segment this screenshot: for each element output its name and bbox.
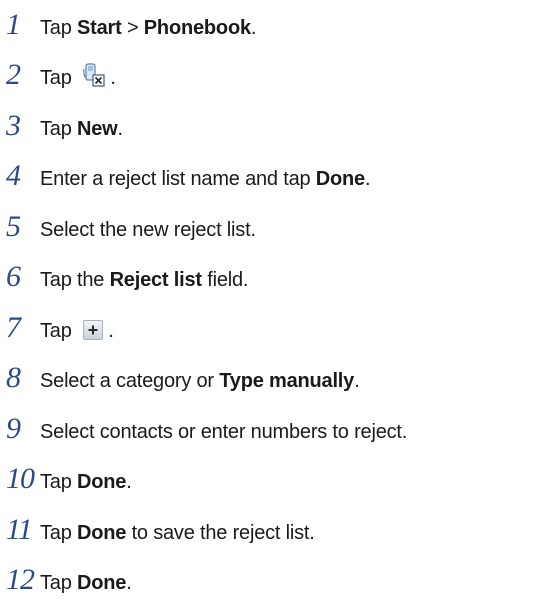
step-text-part: Tap [40,117,78,140]
step-1: 1 Tap Start > Phonebook. [6,0,536,46]
step-text-part: Tap the [40,269,110,291]
step-11: 11 Tap Done to save the reject list. [6,501,536,552]
step-keyword: Done [77,471,127,493]
plus-icon [83,319,104,340]
step-keyword: Phonebook [143,17,251,39]
reject-list-icon [83,63,105,87]
step-text: Tap Done. [40,470,132,494]
step-text-part: Tap [40,319,72,342]
step-10: 10 Tap Done. [6,450,536,501]
step-9: 9 Select contacts or enter numbers to rej… [6,400,536,451]
step-number: 3 [6,108,21,142]
step-text: Select the new reject list. [40,218,256,242]
step-text-part: . [354,370,360,392]
step-number: 4 [6,159,21,192]
step-keyword: Done [77,572,127,594]
step-number: 12 [6,563,35,596]
step-text-part: . [117,117,124,140]
step-text: Tap . [40,319,114,343]
step-text-part: Enter a reject list name and tap [40,168,316,190]
step-text: Tap . [40,63,116,90]
step-text: Enter a reject list name and tap Done. [40,167,371,191]
step-number: 8 [6,361,21,394]
step-text-part: Select contacts or enter numbers to reje… [40,420,408,443]
step-text-part: to save the reject list. [126,521,315,544]
step-text-part: Tap [40,67,72,89]
step-text-part: . [110,67,116,89]
step-keyword: Type manually [219,370,355,392]
step-number: 5 [6,209,21,243]
step-number: 2 [6,58,21,91]
step-7: 7 Tap . [6,299,536,350]
step-text-part: . [364,168,371,190]
step-number: 6 [6,260,21,293]
step-keyword: Done [77,521,127,544]
step-text-part: . [108,319,114,342]
step-number: 11 [6,512,33,546]
step-number: 9 [6,411,21,445]
step-text: Tap Done to save the reject list. [40,521,315,545]
step-text: Tap Start > Phonebook. [40,16,256,40]
step-5: 5 Select the new reject list. [6,198,536,249]
step-4: 4 Enter a reject list name and tap Done. [6,147,536,198]
step-text-part: > [121,17,144,39]
step-text-part: Select a category or [40,370,220,392]
step-text-part: Tap [40,471,78,493]
step-text-part: . [126,572,132,594]
step-3: 3 Tap New. [6,97,536,148]
step-text: Select a category or Type manually. [40,369,360,393]
step-text-part: Tap [40,17,78,39]
step-keyword: Start [77,17,122,39]
step-text-part: . [250,17,257,39]
step-text-part: field. [201,269,249,291]
step-keyword: New [77,117,118,140]
step-12: 12 Tap Done. [6,551,536,602]
step-keyword: Done [315,168,365,190]
step-text-part: Tap [40,572,78,594]
step-number: 1 [6,8,21,41]
step-text: Tap New. [40,117,123,141]
step-6: 6 Tap the Reject list field. [6,248,536,299]
step-text-part: Select the new reject list. [40,218,256,241]
step-number: 10 [6,462,35,495]
step-number: 7 [6,310,21,344]
instruction-steps: 1 Tap Start > Phonebook. 2 Tap . 3 Tap New. 4 E… [6,0,536,602]
step-8: 8 Select a category or Type manually. [6,349,536,400]
step-2: 2 Tap . [6,46,536,97]
step-keyword: Reject list [109,269,202,291]
step-text: Tap Done. [40,571,132,595]
step-text: Select contacts or enter numbers to reje… [40,420,407,444]
step-text: Tap the Reject list field. [40,268,248,292]
step-text-part: Tap [40,521,78,544]
step-text-part: . [126,471,132,493]
